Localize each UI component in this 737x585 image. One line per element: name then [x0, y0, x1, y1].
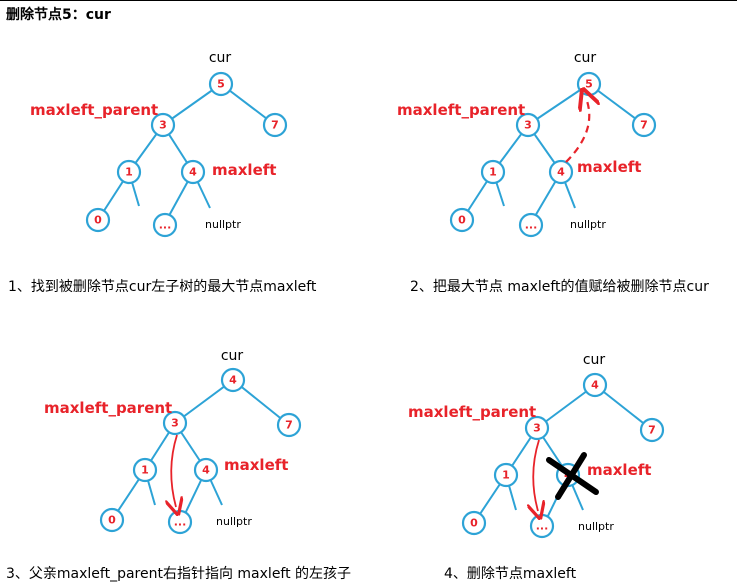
cur-label: cur — [209, 50, 232, 66]
tree-node: 7 — [262, 112, 288, 138]
panel-1: 5 3 7 1 4 0 ... cur maxleft_parent maxle… — [8, 50, 317, 295]
svg-text:4: 4 — [557, 166, 565, 179]
tree-node: 1 — [493, 462, 519, 488]
tree-node: 7 — [276, 412, 302, 438]
svg-text:0: 0 — [458, 214, 466, 227]
maxleft-label: maxleft — [577, 158, 641, 176]
caption: 4、删除节点maxleft — [444, 566, 577, 582]
panel-4: 4 3 7 1 4 0 ... cur maxleft_parent maxle… — [408, 352, 665, 582]
svg-text:...: ... — [159, 219, 172, 232]
maxleft-parent-label: maxleft_parent — [44, 399, 172, 417]
tree-node: 7 — [639, 417, 665, 443]
svg-text:1: 1 — [141, 464, 149, 477]
nullptr-label: nullptr — [216, 515, 252, 528]
caption: 2、把最大节点 maxleft的值赋给被删除节点cur — [410, 279, 709, 295]
tree-node: 0 — [461, 510, 487, 536]
panel-3: 4 3 7 1 4 0 ... cur maxleft_parent maxle… — [6, 348, 351, 582]
svg-text:7: 7 — [640, 119, 648, 132]
maxleft-parent-label: maxleft_parent — [408, 403, 536, 421]
maxleft-label: maxleft — [224, 456, 288, 474]
svg-text:0: 0 — [94, 214, 102, 227]
svg-text:4: 4 — [202, 464, 210, 477]
tree-node: 4 — [220, 367, 246, 393]
tree-node: ... — [167, 509, 193, 535]
cur-label: cur — [583, 352, 606, 368]
svg-text:3: 3 — [524, 119, 532, 132]
relink-arrow — [171, 434, 177, 507]
svg-text:5: 5 — [585, 78, 593, 91]
cur-label: cur — [221, 348, 244, 364]
relink-arrow — [533, 439, 539, 511]
maxleft-label: maxleft — [587, 461, 651, 479]
tree-node: 5 — [576, 71, 602, 97]
caption: 3、父亲maxleft_parent右指针指向 maxleft 的左孩子 — [6, 566, 351, 582]
panel-2: 5 3 7 1 4 0 ... cur maxleft_parent maxle… — [397, 50, 709, 295]
caption: 1、找到被删除节点cur左子树的最大节点maxleft — [8, 279, 317, 295]
svg-text:5: 5 — [217, 78, 225, 91]
svg-text:...: ... — [536, 520, 549, 533]
svg-text:7: 7 — [285, 419, 293, 432]
svg-text:1: 1 — [489, 166, 497, 179]
tree-node: 0 — [99, 507, 125, 533]
svg-text:7: 7 — [648, 424, 656, 437]
svg-text:3: 3 — [159, 119, 167, 132]
tree-node: 1 — [480, 159, 506, 185]
cur-label: cur — [574, 50, 597, 66]
maxleft-parent-label: maxleft_parent — [397, 101, 525, 119]
svg-text:1: 1 — [125, 166, 133, 179]
tree-node: ... — [518, 212, 544, 238]
svg-text:4: 4 — [189, 166, 197, 179]
tree-node: 4 — [548, 159, 574, 185]
tree-node: 4 — [193, 457, 219, 483]
svg-text:...: ... — [525, 219, 538, 232]
svg-text:3: 3 — [533, 422, 541, 435]
tree-node: 7 — [631, 112, 657, 138]
tree-node: 5 — [208, 71, 234, 97]
tree-node: 1 — [116, 159, 142, 185]
svg-text:0: 0 — [470, 517, 478, 530]
copy-value-arrow — [565, 98, 589, 163]
tree-node: 1 — [132, 457, 158, 483]
svg-text:3: 3 — [171, 417, 179, 430]
nullptr-label: nullptr — [205, 218, 241, 231]
diagram-canvas: 5 3 7 1 4 0 ... cur maxleft_parent maxle… — [6, 50, 709, 582]
tree-node: 4 — [180, 159, 206, 185]
tree-node: 4 — [582, 372, 608, 398]
nullptr-label: nullptr — [570, 218, 606, 231]
svg-text:4: 4 — [591, 379, 599, 392]
svg-text:...: ... — [174, 516, 187, 529]
maxleft-label: maxleft — [212, 161, 276, 179]
svg-text:4: 4 — [229, 374, 237, 387]
tree-node: ... — [152, 212, 178, 238]
maxleft-parent-label: maxleft_parent — [30, 101, 158, 119]
svg-text:0: 0 — [108, 514, 116, 527]
tree-node: ... — [529, 513, 555, 539]
nullptr-label: nullptr — [578, 520, 614, 533]
tree-node: 0 — [85, 207, 111, 233]
tree-node: 0 — [449, 207, 475, 233]
svg-text:1: 1 — [502, 469, 510, 482]
svg-text:7: 7 — [271, 119, 279, 132]
